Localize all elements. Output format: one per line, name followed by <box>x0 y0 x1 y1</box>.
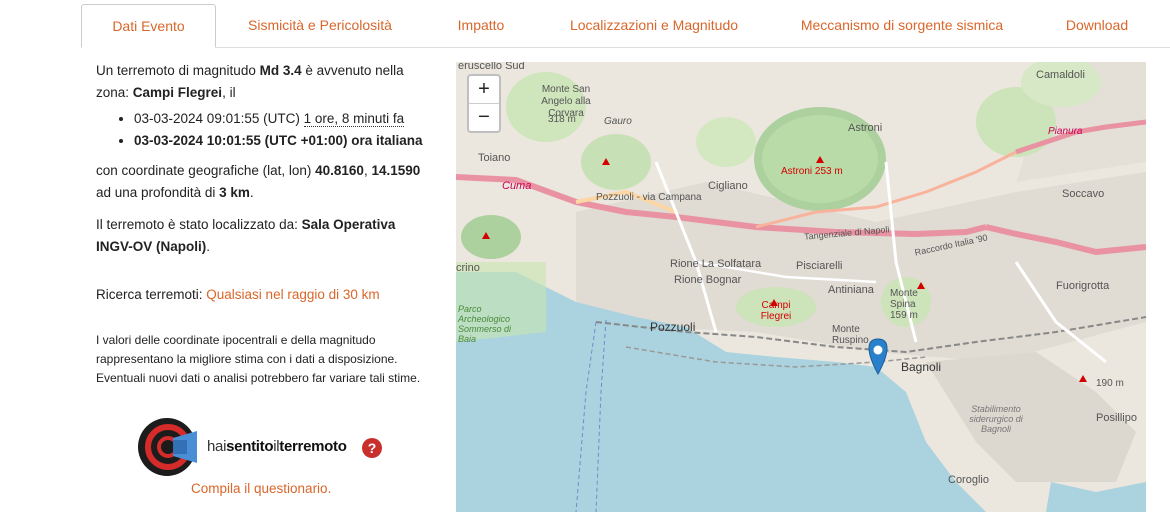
map-label: crino <box>456 262 480 274</box>
map-label: Soccavo <box>1062 188 1105 200</box>
utc-time: 03-03-2024 09:01:55 (UTC) 1 ore, 8 minut… <box>134 108 431 130</box>
event-intro: Un terremoto di magnitudo Md 3.4 è avven… <box>96 63 404 100</box>
map-label: Pozzuoli - via Campana <box>596 192 702 203</box>
map-label: Rione Bognar <box>674 274 742 286</box>
magnitude-value: Md 3.4 <box>259 63 302 78</box>
svg-text:?: ? <box>368 440 377 456</box>
map-label: Campi Flegrei <box>760 300 792 322</box>
map-label: eruscello Sud <box>458 62 525 72</box>
search-radius-link[interactable]: Qualsiasi nel raggio di 30 km <box>206 287 379 302</box>
event-map[interactable]: eruscello Sud Monte San Angelo alla Corv… <box>456 62 1146 512</box>
map-label: Monte Spina 159 m <box>890 288 918 321</box>
longitude: 14.1590 <box>371 163 421 178</box>
estimate-note: I valori delle coordinate ipocentrali e … <box>96 333 421 385</box>
zoom-in-button[interactable]: + <box>469 76 499 104</box>
tab-meccanismo[interactable]: Meccanismo di sorgente sismica <box>772 4 1032 46</box>
map-label: Astroni 253 m <box>781 166 843 177</box>
map-label: Pisciarelli <box>796 260 843 272</box>
map-label: Posillipo <box>1096 412 1137 424</box>
map-tiles <box>456 62 1146 512</box>
local-time: 03-03-2024 10:01:55 (UTC +01:00) ora ita… <box>134 130 431 152</box>
time-ago: 1 ore, 8 minuti fa <box>303 111 405 127</box>
depth-value: 3 km <box>219 185 250 200</box>
event-info: Un terremoto di magnitudo Md 3.4 è avven… <box>96 60 431 388</box>
map-zoom-control: + − <box>467 74 501 133</box>
map-label: Parco Archeologico Sommerso di Baia <box>458 304 512 344</box>
hsit-logo-text: haisentitoilterremoto <box>207 438 347 455</box>
search-row: Ricerca terremoti: Qualsiasi nel raggio … <box>96 287 380 302</box>
map-label: Toiano <box>478 152 511 164</box>
event-located-by: Il terremoto è stato localizzato da: Sal… <box>96 217 396 254</box>
tab-sismicita[interactable]: Sismicità e Pericolosità <box>216 4 424 46</box>
map-label: Pianura <box>1048 126 1083 137</box>
questionnaire-link[interactable]: Compila il questionario. <box>191 481 331 496</box>
map-label: Fuorigrotta <box>1056 280 1110 292</box>
map-label: Bagnoli <box>901 360 942 374</box>
map-label: Cuma <box>502 180 532 192</box>
map-label: Pozzuoli <box>650 320 696 334</box>
map-label: Coroglio <box>948 474 989 486</box>
event-coordinates: con coordinate geografiche (lat, lon) 40… <box>96 163 421 200</box>
tab-download[interactable]: Download <box>1034 4 1160 46</box>
tab-impatto[interactable]: Impatto <box>426 4 536 46</box>
map-label: 318 m <box>548 114 576 125</box>
latitude: 40.8160 <box>315 163 364 178</box>
map-label: Astroni <box>848 122 883 134</box>
zoom-out-button[interactable]: − <box>469 104 499 131</box>
map-label: Monte Ruspino <box>832 324 869 346</box>
tab-localizzazioni[interactable]: Localizzazioni e Magnitudo <box>538 4 770 46</box>
map-label: 190 m <box>1096 378 1124 389</box>
zone-name: Campi Flegrei <box>132 85 223 100</box>
map-label: Cigliano <box>708 180 748 192</box>
map-label: Rione La Solfatara <box>670 258 762 270</box>
map-label: Camaldoli <box>1036 69 1085 81</box>
tab-dati-evento[interactable]: Dati Evento <box>81 4 216 48</box>
map-label: Gauro <box>604 116 632 127</box>
map-label: Stabilimento siderurgico di Bagnoli <box>969 404 1023 434</box>
event-times: 03-03-2024 09:01:55 (UTC) 1 ore, 8 minut… <box>96 108 431 152</box>
event-tabs: Dati Evento Sismicità e Pericolosità Imp… <box>81 4 1170 48</box>
map-label: Antiniana <box>828 284 874 296</box>
hsit-logo[interactable]: ? haisentitoilterremoto <box>137 416 387 478</box>
